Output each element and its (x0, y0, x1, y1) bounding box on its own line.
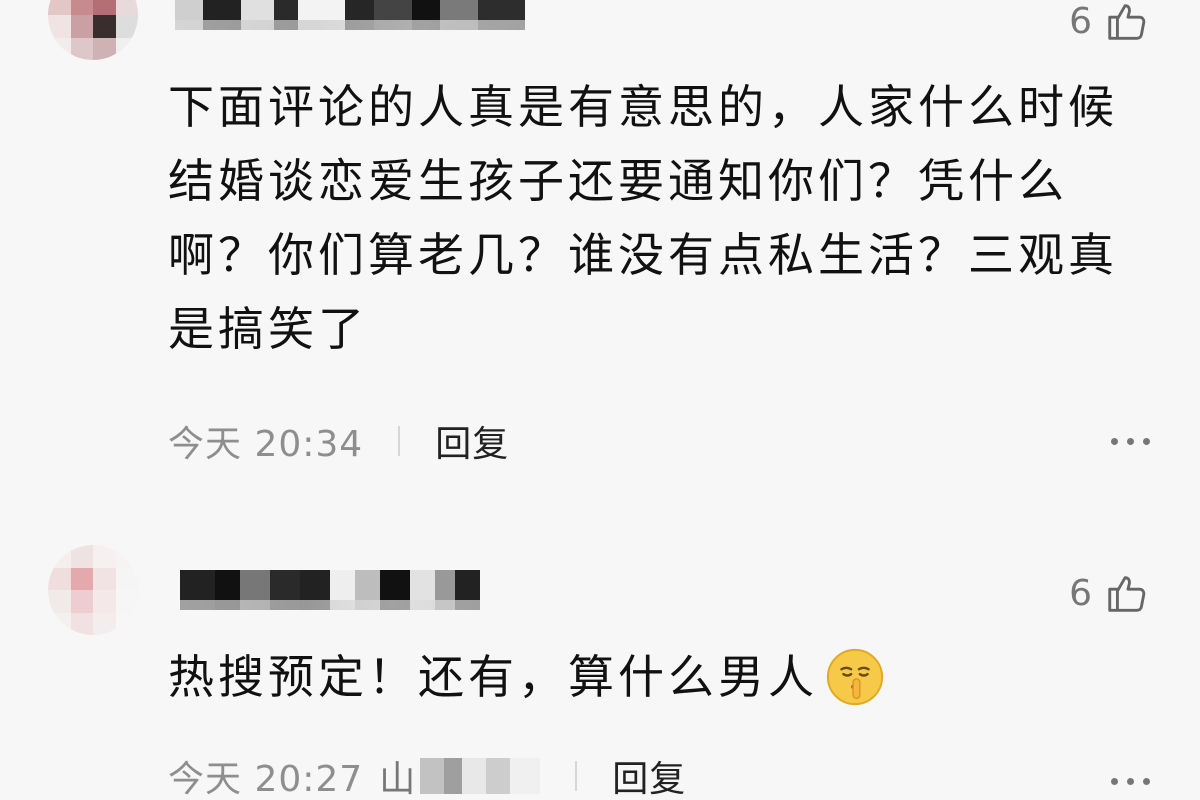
comment-text: 热搜预定！还有，算什么男人 (168, 650, 818, 704)
comment-text: 下面评论的人真是有意思的，人家什么时候结婚谈恋爱生孩子还要通知你们？凭什么啊？你… (168, 80, 1118, 356)
location-blur (420, 758, 541, 794)
username[interactable] (175, 0, 526, 30)
comment-time: 今天 20:27 (168, 759, 364, 800)
thumbs-up-icon (1108, 4, 1146, 40)
thumbs-up-icon (1108, 576, 1146, 612)
reply-button[interactable]: 回复 (435, 415, 509, 467)
more-dots-icon[interactable] (1111, 778, 1150, 785)
shush-face-emoji (826, 648, 884, 706)
location-text: 山 (379, 759, 417, 800)
like-count: 6 (1069, 0, 1092, 42)
comment-location: 山 (379, 750, 541, 800)
reply-button[interactable]: 回复 (612, 750, 686, 800)
comment-item: 6 热搜预定！还有，算什么男人 今天 20:27 山 回复 (0, 520, 1200, 800)
avatar[interactable] (48, 545, 138, 635)
comment-meta: 今天 20:34 回复 (168, 415, 509, 467)
like-count: 6 (1069, 572, 1092, 614)
comment-meta: 今天 20:27 山 回复 (168, 750, 686, 800)
comment-list: 6 下面评论的人真是有意思的，人家什么时候结婚谈恋爱生孩子还要通知你们？凭什么啊… (0, 0, 1200, 800)
divider (398, 426, 401, 456)
comment-time: 今天 20:34 (168, 424, 364, 465)
divider (575, 761, 578, 791)
comment-item: 6 下面评论的人真是有意思的，人家什么时候结婚谈恋爱生孩子还要通知你们？凭什么啊… (0, 0, 1200, 500)
like-button[interactable]: 6 (1069, 570, 1150, 616)
comment-text-row: 热搜预定！还有，算什么男人 (168, 640, 1128, 714)
avatar[interactable] (48, 0, 138, 60)
like-button[interactable]: 6 (1069, 0, 1150, 44)
more-dots-icon[interactable] (1111, 438, 1150, 445)
username[interactable] (180, 570, 480, 610)
